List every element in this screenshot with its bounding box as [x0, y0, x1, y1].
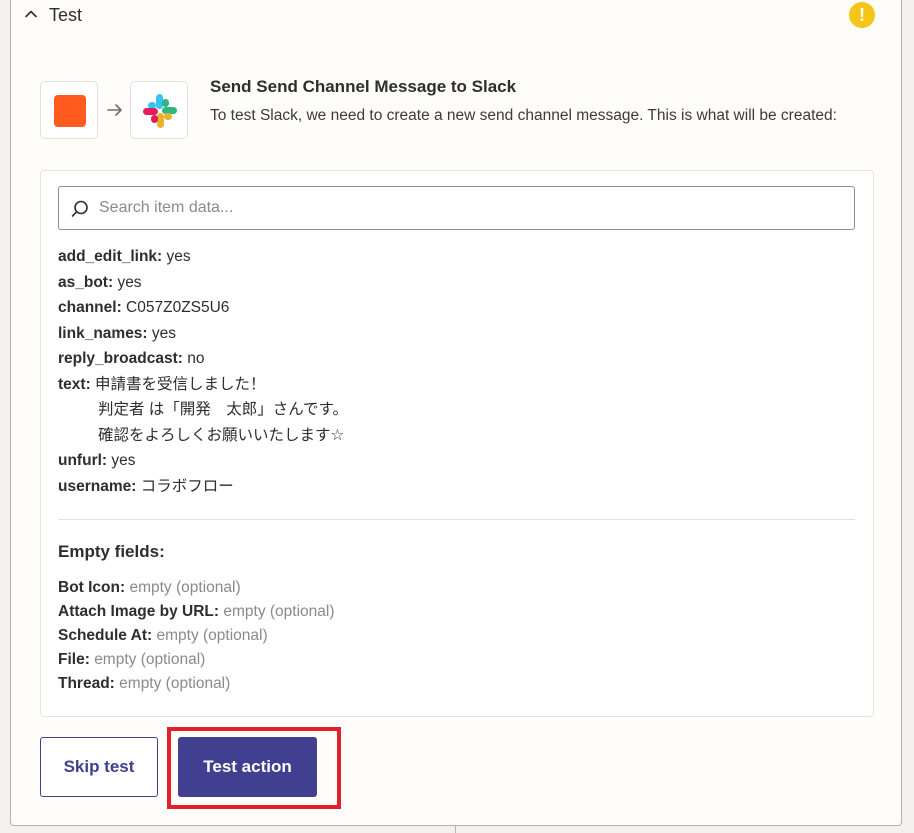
test-section-panel: Test ! Send Send Channel Message to Slac… — [10, 0, 902, 826]
action-title: Send Send Channel Message to Slack — [210, 77, 517, 96]
field-value-line: 確認をよろしくお願いいたします☆ — [98, 426, 345, 444]
empty-field-key: File: — [58, 651, 90, 668]
empty-field-row: Thread: empty (optional) — [58, 672, 335, 696]
empty-field-row: Schedule At: empty (optional) — [58, 624, 335, 648]
field-value-line: 判定者 は「開発 太郎」さんです。 — [98, 401, 348, 418]
field-value: 申請書を受信しました！ — [95, 375, 266, 393]
field-row: username: コラボフロー — [58, 474, 848, 500]
search-input[interactable] — [99, 187, 839, 229]
empty-field-row: Bot Icon: empty (optional) — [58, 576, 335, 600]
chevron-up-icon[interactable] — [23, 6, 39, 22]
trigger-app-icon — [54, 95, 86, 127]
field-key: reply_broadcast: — [58, 350, 183, 367]
field-key: channel: — [58, 299, 122, 316]
warning-icon: ! — [849, 2, 875, 28]
divider — [58, 519, 855, 520]
search-box[interactable] — [58, 186, 855, 230]
empty-field-value: empty (optional) — [129, 579, 241, 596]
empty-fields-title: Empty fields: — [58, 542, 165, 561]
field-row: as_bot: yes — [58, 270, 848, 296]
field-row: channel: C057Z0ZS5U6 — [58, 295, 848, 321]
section-header[interactable]: Test ! — [11, 0, 901, 32]
field-key: as_bot: — [58, 273, 114, 291]
empty-field-row: File: empty (optional) — [58, 648, 335, 672]
empty-field-value: empty (optional) — [94, 651, 206, 668]
field-row: text: 申請書を受信しました！ — [58, 372, 848, 398]
action-description: To test Slack, we need to create a new s… — [210, 107, 837, 124]
empty-field-value: empty (optional) — [119, 675, 231, 692]
test-action-button[interactable]: Test action — [178, 737, 317, 797]
field-value: yes — [117, 273, 142, 291]
empty-field-key: Attach Image by URL: — [58, 603, 220, 620]
empty-field-value: empty (optional) — [156, 627, 268, 644]
arrow-right-icon — [107, 104, 122, 116]
section-title: Test — [49, 5, 83, 25]
empty-field-row: Attach Image by URL: empty (optional) — [58, 600, 335, 624]
field-key: username: — [58, 477, 137, 495]
item-data-card: add_edit_link: yes as_bot: yes channel: … — [40, 170, 874, 717]
field-key: link_names: — [58, 324, 148, 342]
panel-connector-line — [455, 826, 456, 833]
empty-field-key: Thread: — [58, 675, 115, 692]
empty-field-key: Schedule At: — [58, 627, 153, 644]
empty-field-key: Bot Icon: — [58, 579, 126, 596]
field-value: yes — [166, 248, 191, 265]
field-row: link_names: yes — [58, 321, 848, 347]
field-key: add_edit_link: — [58, 248, 163, 265]
skip-test-button[interactable]: Skip test — [40, 737, 158, 797]
field-row: add_edit_link: yes — [58, 244, 848, 270]
field-key: unfurl: — [58, 452, 108, 469]
trigger-app-box — [40, 81, 98, 139]
empty-field-value: empty (optional) — [223, 603, 335, 620]
field-value: yes — [111, 452, 136, 469]
field-value: コラボフロー — [140, 477, 234, 495]
search-icon — [71, 200, 88, 217]
field-value: no — [187, 350, 205, 367]
field-row: reply_broadcast: no — [58, 346, 848, 372]
empty-fields-list: Bot Icon: empty (optional) Attach Image … — [58, 576, 335, 696]
field-list: add_edit_link: yes as_bot: yes channel: … — [58, 244, 848, 499]
slack-icon — [143, 94, 177, 128]
field-key: text: — [58, 375, 91, 393]
field-row: unfurl: yes — [58, 448, 848, 474]
field-value: yes — [151, 324, 177, 342]
field-value: C057Z0ZS5U6 — [126, 299, 230, 316]
action-app-box — [130, 81, 188, 139]
